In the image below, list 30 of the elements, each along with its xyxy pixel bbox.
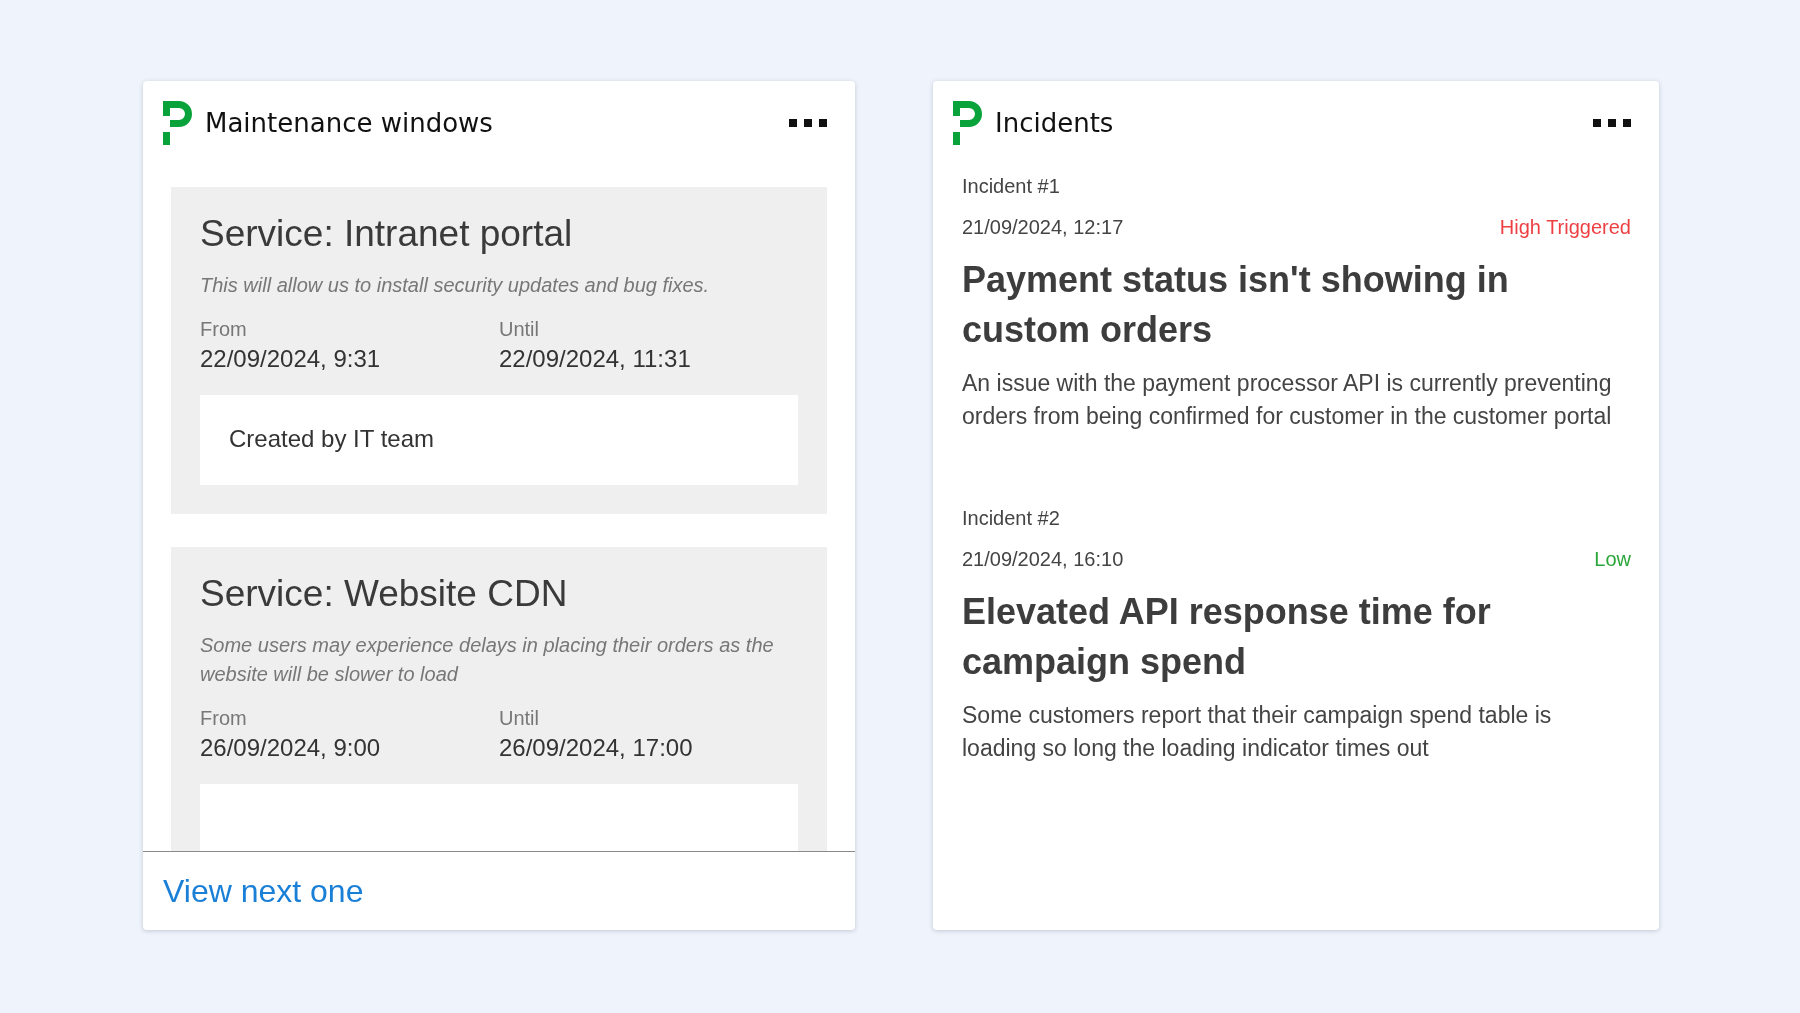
service-description: This will allow us to install security updates and bug fixes. [200,273,711,298]
logo-icon [953,101,983,145]
note-panel: Created by IT team [200,395,798,485]
service-title: Service: Intranet portal [200,213,574,255]
service-title: Service: Website CDN [200,573,569,615]
incident-number: Incident #1 [962,175,1061,198]
logo-icon [163,101,193,145]
card-title: Maintenance windows [205,108,494,138]
incident-description: An issue with the payment processor API is currently preventing orders from being confirmed for customer in the customer portal [962,369,1613,431]
incident-description: Some customers report that their campaign spend table is loading so long the loading indicator times out [962,701,1553,763]
service-description: Some users may experience delays in placing their orders as the website will be slower to load [200,633,775,687]
severity-label: High Triggered [1499,216,1631,239]
incident-time: 21/09/2024, 12:17 [962,216,1124,239]
more-options-icon[interactable] [1593,118,1631,128]
from-label: From [200,318,248,341]
incident-title: Elevated API response time for campaign spend [962,590,1492,684]
from-date: 22/09/2024, 9:31 [200,345,382,373]
view-next-link[interactable]: View next one [163,872,364,910]
card-title: Incidents [995,108,1115,138]
incident-title: Payment status isn't showing in custom orders [962,258,1510,352]
until-date: 22/09/2024, 11:31 [499,345,692,373]
until-label: Until [499,318,540,341]
more-options-icon[interactable] [789,118,827,128]
until-label: Until [499,707,540,730]
incident-time: 21/09/2024, 16:10 [962,548,1124,571]
until-date: 26/09/2024, 17:00 [499,734,694,762]
incident-number: Incident #2 [962,507,1061,530]
from-date: 26/09/2024, 9:00 [200,734,382,762]
severity-label: Low [1594,548,1631,571]
from-label: From [200,707,248,730]
